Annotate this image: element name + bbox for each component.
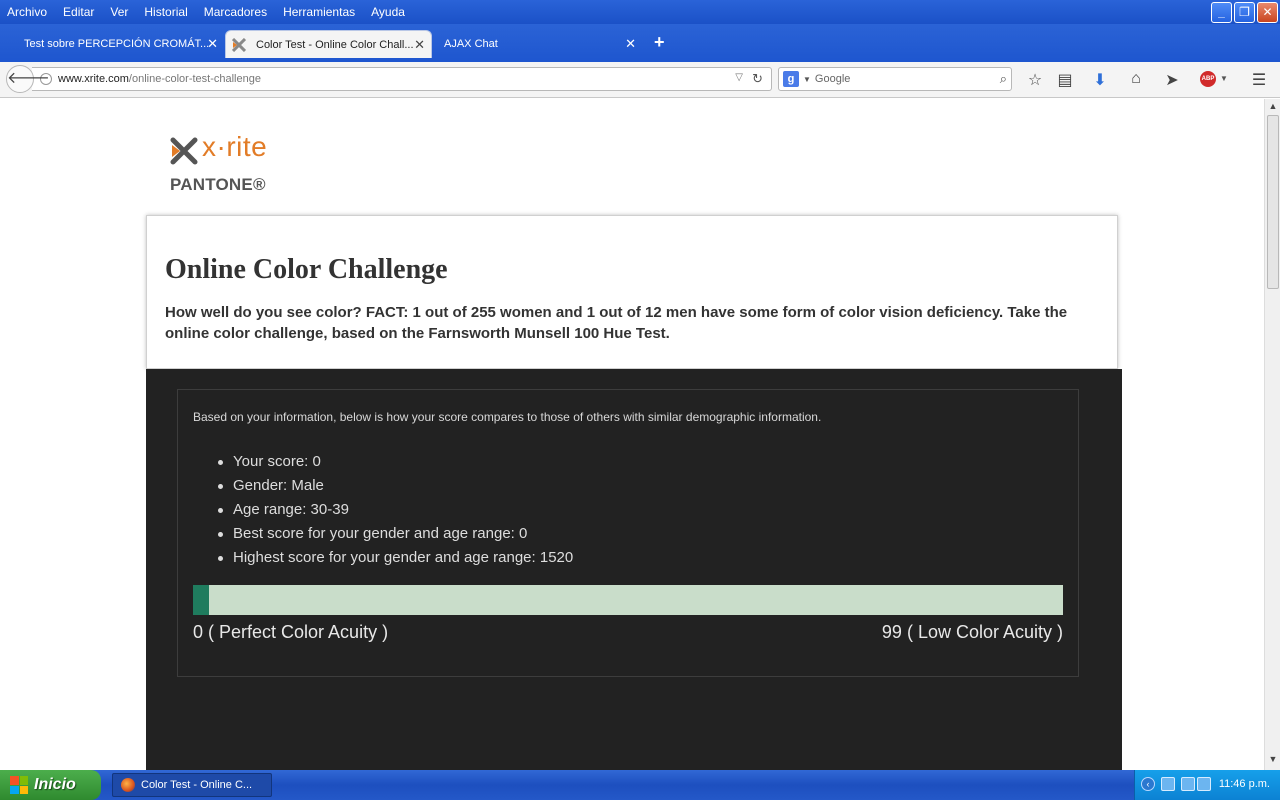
tab-title: Color Test - Online Color Chall... [256, 38, 414, 51]
menu-ayuda[interactable]: Ayuda [371, 5, 405, 19]
home-icon[interactable]: ⌂ [1126, 70, 1146, 88]
star-icon[interactable]: ☆ [1025, 70, 1045, 90]
search-engine-dropdown-icon[interactable]: ▼ [803, 75, 811, 84]
scale-max-label: 99 ( Low Color Acuity ) [881, 622, 1063, 642]
intro-panel: Online Color Challenge How well do you s… [146, 215, 1118, 369]
close-window-button[interactable]: ✕ [1257, 2, 1278, 23]
tab-close-icon[interactable]: ✕ [625, 36, 636, 52]
tray-expand-icon[interactable]: ‹ [1141, 777, 1155, 791]
menu-herramientas[interactable]: Herramientas [283, 5, 355, 19]
taskbar-item-firefox[interactable]: Color Test - Online C... [112, 773, 272, 797]
list-item: Highest score for your gender and age ra… [217, 548, 573, 572]
url-host: www.xrite.com [58, 73, 129, 85]
url-path: /online-color-test-challenge [128, 73, 261, 85]
menu-editar[interactable]: Editar [63, 5, 94, 19]
results-section: Based on your information, below is how … [146, 369, 1122, 770]
list-item: Your score: 0 [217, 452, 573, 476]
reader-icon[interactable]: ▤ [1055, 70, 1075, 90]
volume-icon[interactable] [1197, 777, 1211, 791]
tab-title: AJAX Chat [444, 38, 498, 50]
tab-color-test[interactable]: Color Test - Online Color Chall... ✕ [225, 30, 432, 58]
system-tray: ‹ 11:46 p.m. [1134, 770, 1280, 800]
scroll-thumb[interactable] [1267, 115, 1279, 289]
google-icon[interactable]: g [783, 71, 799, 87]
reload-icon[interactable]: ↻ [752, 71, 763, 87]
scroll-up-icon[interactable]: ▲ [1265, 101, 1280, 115]
send-icon[interactable]: ➤ [1162, 70, 1182, 90]
new-tab-button[interactable]: + [654, 32, 665, 53]
menu-historial[interactable]: Historial [144, 5, 187, 19]
search-input[interactable]: Google [815, 73, 850, 85]
url-bar[interactable]: www.xrite.com /online-color-test-challen… [32, 67, 772, 91]
adblock-icon[interactable]: ABP [1200, 71, 1216, 87]
search-icon[interactable]: ⌕ [1000, 71, 1007, 87]
menu-bar: Archivo Editar Ver Historial Marcadores … [0, 0, 1280, 24]
network-icon[interactable] [1161, 777, 1175, 791]
page-lead: How well do you see color? FACT: 1 out o… [165, 304, 1068, 342]
xrite-logo-mark-icon [170, 137, 198, 165]
results-intro: Based on your information, below is how … [193, 410, 822, 424]
menu-archivo[interactable]: Archivo [7, 5, 47, 19]
restore-button[interactable]: ❐ [1234, 2, 1255, 23]
url-dropdown-icon[interactable]: ▽ [735, 72, 743, 83]
menu-marcadores[interactable]: Marcadores [204, 5, 267, 19]
minimize-button[interactable]: _ [1211, 2, 1232, 23]
windows-logo-icon [10, 776, 28, 794]
results-list: Your score: 0 Gender: Male Age range: 30… [217, 452, 573, 572]
logo-brand: x·rite [202, 131, 268, 162]
scroll-down-icon[interactable]: ▼ [1265, 754, 1280, 768]
tab-title: Test sobre PERCEPCIÓN CROMÁT... [24, 38, 210, 50]
start-button[interactable]: Inicio [0, 770, 101, 800]
tab-percepcion[interactable]: Test sobre PERCEPCIÓN CROMÁT... ✕ [0, 30, 224, 58]
tab-ajax-chat[interactable]: AJAX Chat ✕ [420, 30, 642, 58]
back-icon: 🡐 [7, 70, 50, 87]
taskbar-item-label: Color Test - Online C... [141, 779, 253, 791]
menu-ver[interactable]: Ver [110, 5, 128, 19]
results-box: Based on your information, below is how … [177, 389, 1079, 677]
taskbar: Inicio Color Test - Online C... ‹ 11:46 … [0, 770, 1280, 800]
start-label: Inicio [34, 776, 76, 793]
download-icon[interactable]: ⬇ [1090, 70, 1110, 90]
page-title: Online Color Challenge [165, 254, 448, 285]
back-button[interactable]: 🡐 [6, 65, 50, 93]
firefox-icon [121, 778, 135, 792]
window-controls: _ ❐ ✕ [1211, 2, 1278, 23]
scale-min-label: 0 ( Perfect Color Acuity ) [193, 622, 389, 642]
score-bar [193, 585, 1063, 615]
adblock-dropdown-icon[interactable]: ▼ [1220, 74, 1228, 83]
tab-close-icon[interactable]: ✕ [207, 36, 218, 52]
navigation-bar: www.xrite.com /online-color-test-challen… [0, 62, 1280, 98]
page-scrollbar[interactable]: ▲ ▼ [1264, 99, 1280, 770]
tab-strip: Test sobre PERCEPCIÓN CROMÁT... ✕ Color … [0, 24, 1280, 62]
clock: 11:46 p.m. [1218, 778, 1270, 790]
list-item: Best score for your gender and age range… [217, 524, 573, 548]
display-icon[interactable] [1181, 777, 1195, 791]
list-item: Gender: Male [217, 476, 573, 500]
xrite-pantone-logo[interactable]: x·rite PANTONE® [170, 131, 290, 197]
list-item: Age range: 30-39 [217, 500, 573, 524]
menu-icon[interactable]: ☰ [1249, 70, 1269, 90]
logo-sub: PANTONE® [170, 175, 266, 194]
score-bar-fill [193, 585, 209, 615]
xrite-favicon-icon [232, 38, 246, 52]
page-viewport: x·rite PANTONE® Online Color Challenge H… [0, 99, 1264, 770]
search-bar[interactable]: g ▼ Google ⌕ [778, 67, 1012, 91]
